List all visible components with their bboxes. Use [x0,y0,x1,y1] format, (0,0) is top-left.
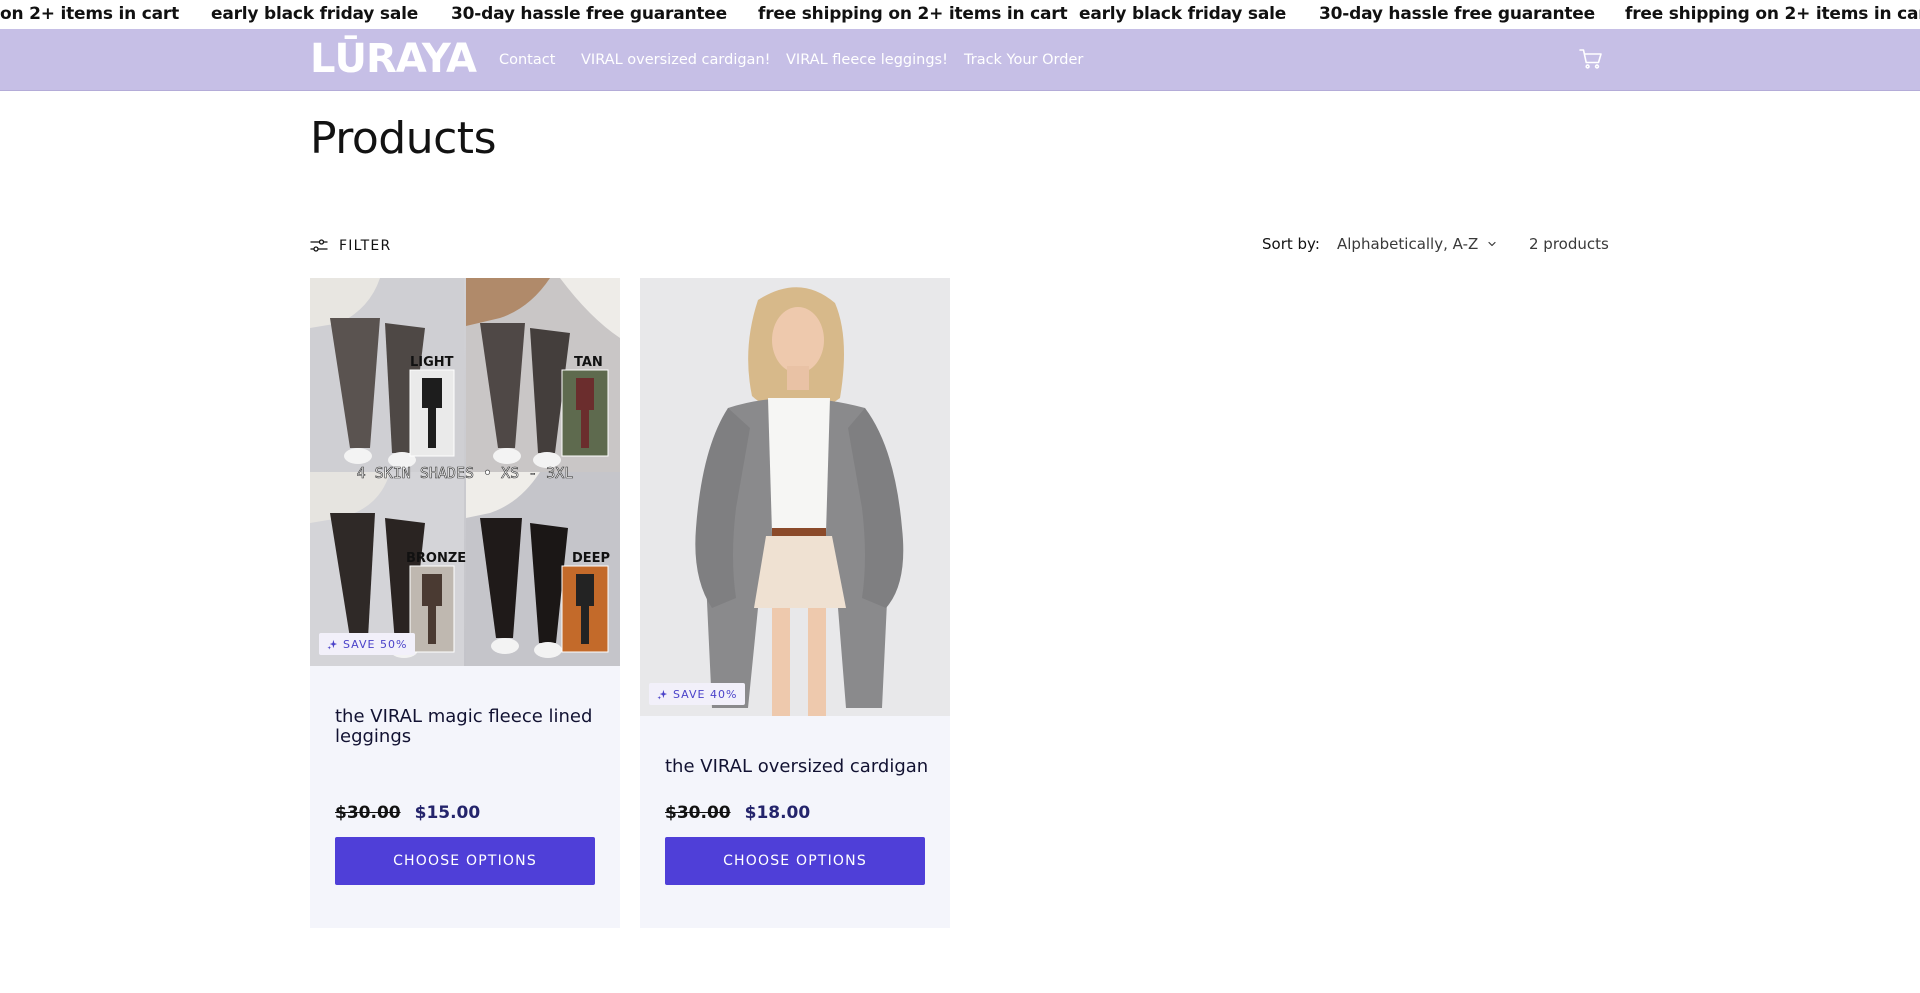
product-title[interactable]: the VIRAL magic fleece lined leggings [335,707,605,747]
filter-label: FILTER [339,238,392,254]
shade-label-deep: DEEP [572,551,610,566]
site-header: LŪRAYA Contact VIRAL oversized cardigan!… [0,29,1920,91]
nav-link-cardigan[interactable]: VIRAL oversized cardigan! [581,49,770,71]
product-title[interactable]: the VIRAL oversized cardigan [665,757,935,777]
sale-price: $18.00 [744,803,811,823]
product-card-leggings[interactable]: LIGHT TAN BRONZE DEEP 4 SKIN SHADES • XS… [310,278,620,928]
badge-text: SAVE 40% [673,687,738,701]
filter-icon [310,239,328,252]
nav-link-contact[interactable]: Contact [499,49,555,71]
sort-select[interactable]: Alphabetically, A-Z [1337,232,1497,256]
compare-at-price: $30.00 [665,803,731,823]
sale-price: $15.00 [414,803,481,823]
choose-options-button[interactable]: CHOOSE OPTIONS [665,837,925,885]
compare-at-price: $30.00 [335,803,401,823]
shade-caption: 4 SKIN SHADES • XS - 3XL [357,464,574,482]
sparkle-icon [327,639,338,650]
shade-label-bronze: BRONZE [406,551,466,566]
discount-badge: SAVE 40% [649,683,746,705]
choose-options-button[interactable]: CHOOSE OPTIONS [335,837,595,885]
sparkle-icon [657,689,668,700]
shade-label-light: LIGHT [410,355,454,370]
product-card-cardigan[interactable]: SAVE 40% the VIRAL oversized cardigan $3… [640,278,950,928]
sort-label: Sort by: [1262,235,1320,253]
announcement-item: free shipping on 2+ items in cart [1625,4,1920,24]
discount-badge: SAVE 50% [319,633,416,655]
nav-link-leggings[interactable]: VIRAL fleece leggings! [786,49,948,71]
announcement-item: free shipping on 2+ items in cart [758,4,1068,24]
badge-text: SAVE 50% [343,637,408,651]
announcement-item: early black friday sale [1079,4,1287,24]
announcement-bar: on 2+ items in cart early black friday s… [0,0,1920,29]
price-row: $30.00 $18.00 [665,802,810,824]
announcement-item: 30-day hassle free guarantee [451,4,727,24]
cardigan-model-image [640,278,950,716]
brand-logo[interactable]: LŪRAYA [310,36,477,82]
chevron-down-icon [1488,241,1496,247]
announcement-item: 30-day hassle free guarantee [1319,4,1595,24]
announcement-item: early black friday sale [211,4,419,24]
product-image-cardigan[interactable] [640,278,950,716]
sort-value: Alphabetically, A-Z [1337,235,1479,253]
price-row: $30.00 $15.00 [335,802,480,824]
product-count: 2 products [1529,235,1609,253]
page-title: Products [310,113,497,164]
product-image-leggings[interactable]: LIGHT TAN BRONZE DEEP 4 SKIN SHADES • XS… [310,278,620,666]
announcement-item: on 2+ items in cart [0,4,180,24]
shade-label-tan: TAN [574,355,603,370]
leggings-collage-image: LIGHT TAN BRONZE DEEP 4 SKIN SHADES • XS… [310,278,620,666]
cart-icon[interactable] [1578,46,1604,72]
filter-button[interactable]: FILTER [310,234,391,258]
nav-link-track-order[interactable]: Track Your Order [964,49,1083,71]
